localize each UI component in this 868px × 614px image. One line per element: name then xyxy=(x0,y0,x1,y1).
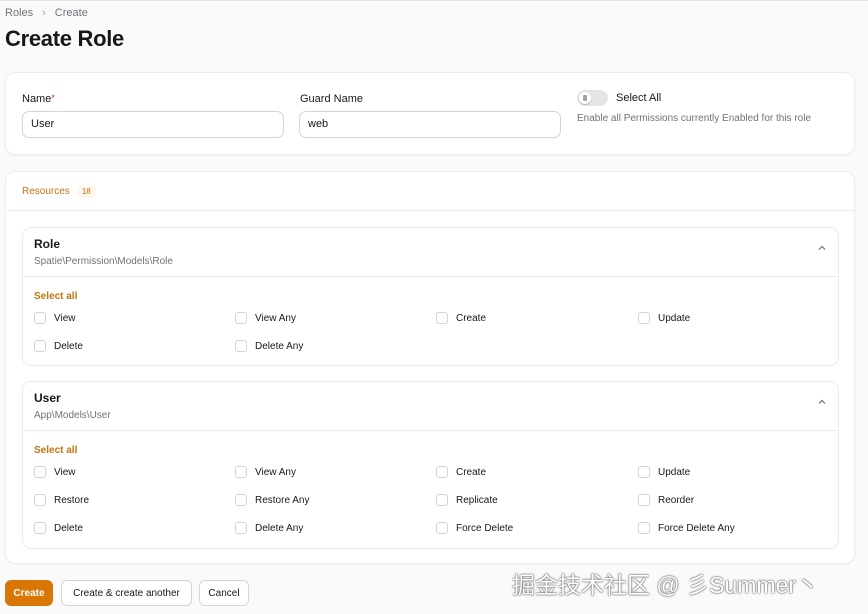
permission-label: Update xyxy=(658,312,691,324)
permission-label: Create xyxy=(456,312,487,324)
permission-checkbox[interactable]: Delete xyxy=(34,340,83,352)
permission-label: Force Delete xyxy=(456,522,514,534)
permission-label: Update xyxy=(658,466,691,478)
select-all-toggle[interactable] xyxy=(577,90,608,106)
chevron-right-icon: › xyxy=(42,7,46,19)
checkbox[interactable] xyxy=(235,340,247,352)
breadcrumb: Roles › Create xyxy=(5,7,88,19)
name-input[interactable]: User xyxy=(22,111,284,138)
chevron-up-icon[interactable] xyxy=(818,398,826,406)
permission-label: Delete xyxy=(54,522,83,534)
checkbox[interactable] xyxy=(638,312,650,324)
permission-checkbox[interactable]: View xyxy=(34,312,76,324)
checkbox[interactable] xyxy=(235,522,247,534)
section-title: User xyxy=(34,391,61,405)
section-header[interactable]: Role Spatie\Permission\Models\Role xyxy=(23,228,838,277)
permission-checkbox[interactable]: Update xyxy=(638,466,690,478)
permission-label: Replicate xyxy=(456,494,498,506)
checkbox[interactable] xyxy=(34,312,46,324)
section-model-path: App\Models\User xyxy=(34,410,111,421)
select-all-helper-text: Enable all Permissions currently Enabled… xyxy=(577,113,811,124)
permission-label: Reorder xyxy=(658,494,695,506)
select-all-toggle-label: Select All xyxy=(616,92,662,104)
permission-checkbox[interactable]: Force Delete xyxy=(436,522,513,534)
checkbox[interactable] xyxy=(638,466,650,478)
section-model-path: Spatie\Permission\Models\Role xyxy=(34,256,173,267)
section-title: Role xyxy=(34,237,61,251)
checkbox[interactable] xyxy=(34,466,46,478)
breadcrumb-roles-link[interactable]: Roles xyxy=(5,7,33,19)
chevron-up-icon[interactable] xyxy=(818,244,826,252)
permission-checkbox[interactable]: Create xyxy=(436,466,486,478)
permission-checkbox[interactable]: View Any xyxy=(235,466,296,478)
create-button[interactable]: Create xyxy=(5,580,53,606)
permission-label: Restore xyxy=(54,494,90,506)
guard-name-input[interactable]: web xyxy=(299,111,561,138)
select-all-link[interactable]: Select all xyxy=(34,445,77,456)
permission-checkbox[interactable]: Delete Any xyxy=(235,340,303,352)
permission-section-role: Role Spatie\Permission\Models\Role Selec… xyxy=(22,227,839,366)
permission-checkbox[interactable]: Reorder xyxy=(638,494,694,506)
permission-checkbox[interactable]: Force Delete Any xyxy=(638,522,735,534)
checkbox[interactable] xyxy=(34,340,46,352)
checkbox[interactable] xyxy=(235,466,247,478)
permission-checkbox[interactable]: Create xyxy=(436,312,486,324)
resources-card: Resources 18 Role Spatie\Permission\Mode… xyxy=(5,171,855,564)
tab-divider xyxy=(6,210,854,211)
top-border xyxy=(0,0,868,5)
tab-resources-count-badge: 18 xyxy=(76,185,96,198)
page-title: Create Role xyxy=(5,26,124,51)
tab-resources[interactable]: Resources 18 xyxy=(22,185,96,198)
checkbox[interactable] xyxy=(34,522,46,534)
permission-label: View xyxy=(54,466,76,478)
tab-resources-label: Resources xyxy=(22,186,70,197)
permission-label: Restore Any xyxy=(255,494,310,506)
permission-label: View xyxy=(54,312,76,324)
permission-checkbox[interactable]: Restore Any xyxy=(235,494,309,506)
section-header[interactable]: User App\Models\User xyxy=(23,382,838,431)
checkbox[interactable] xyxy=(436,312,448,324)
permission-label: Force Delete Any xyxy=(658,522,735,534)
lock-icon xyxy=(579,92,591,104)
required-marker: * xyxy=(51,93,55,103)
permission-checkbox[interactable]: Delete xyxy=(34,522,83,534)
checkbox[interactable] xyxy=(436,466,448,478)
permission-checkbox[interactable]: Update xyxy=(638,312,690,324)
breadcrumb-current: Create xyxy=(54,7,88,19)
permission-section-user: User App\Models\User Select all View Vie… xyxy=(22,381,839,549)
permission-label: View Any xyxy=(255,312,296,324)
checkbox[interactable] xyxy=(436,494,448,506)
checkbox[interactable] xyxy=(638,494,650,506)
permission-checkbox[interactable]: View Any xyxy=(235,312,296,324)
checkbox[interactable] xyxy=(436,522,448,534)
guard-name-label: Guard Name xyxy=(300,93,363,105)
role-details-card: Name* User Guard Name web Select All Ena… xyxy=(5,72,855,155)
checkbox[interactable] xyxy=(34,494,46,506)
permission-checkbox[interactable]: Replicate xyxy=(436,494,498,506)
checkbox[interactable] xyxy=(235,494,247,506)
cancel-button[interactable]: Cancel xyxy=(199,580,249,606)
permission-label: Delete Any xyxy=(255,522,304,534)
watermark: 掘金技术社区 @ 彡Summer丶 xyxy=(512,572,820,598)
permission-checkbox[interactable]: View xyxy=(34,466,76,478)
select-all-link[interactable]: Select all xyxy=(34,291,77,302)
checkbox[interactable] xyxy=(638,522,650,534)
name-label: Name* xyxy=(22,93,55,105)
checkbox[interactable] xyxy=(235,312,247,324)
permission-checkbox[interactable]: Restore xyxy=(34,494,89,506)
create-and-create-another-button[interactable]: Create & create another xyxy=(61,580,192,606)
permission-checkbox[interactable]: Delete Any xyxy=(235,522,303,534)
permission-label: Delete xyxy=(54,340,83,352)
permission-label: Create xyxy=(456,466,487,478)
permission-label: Delete Any xyxy=(255,340,304,352)
permission-label: View Any xyxy=(255,466,296,478)
